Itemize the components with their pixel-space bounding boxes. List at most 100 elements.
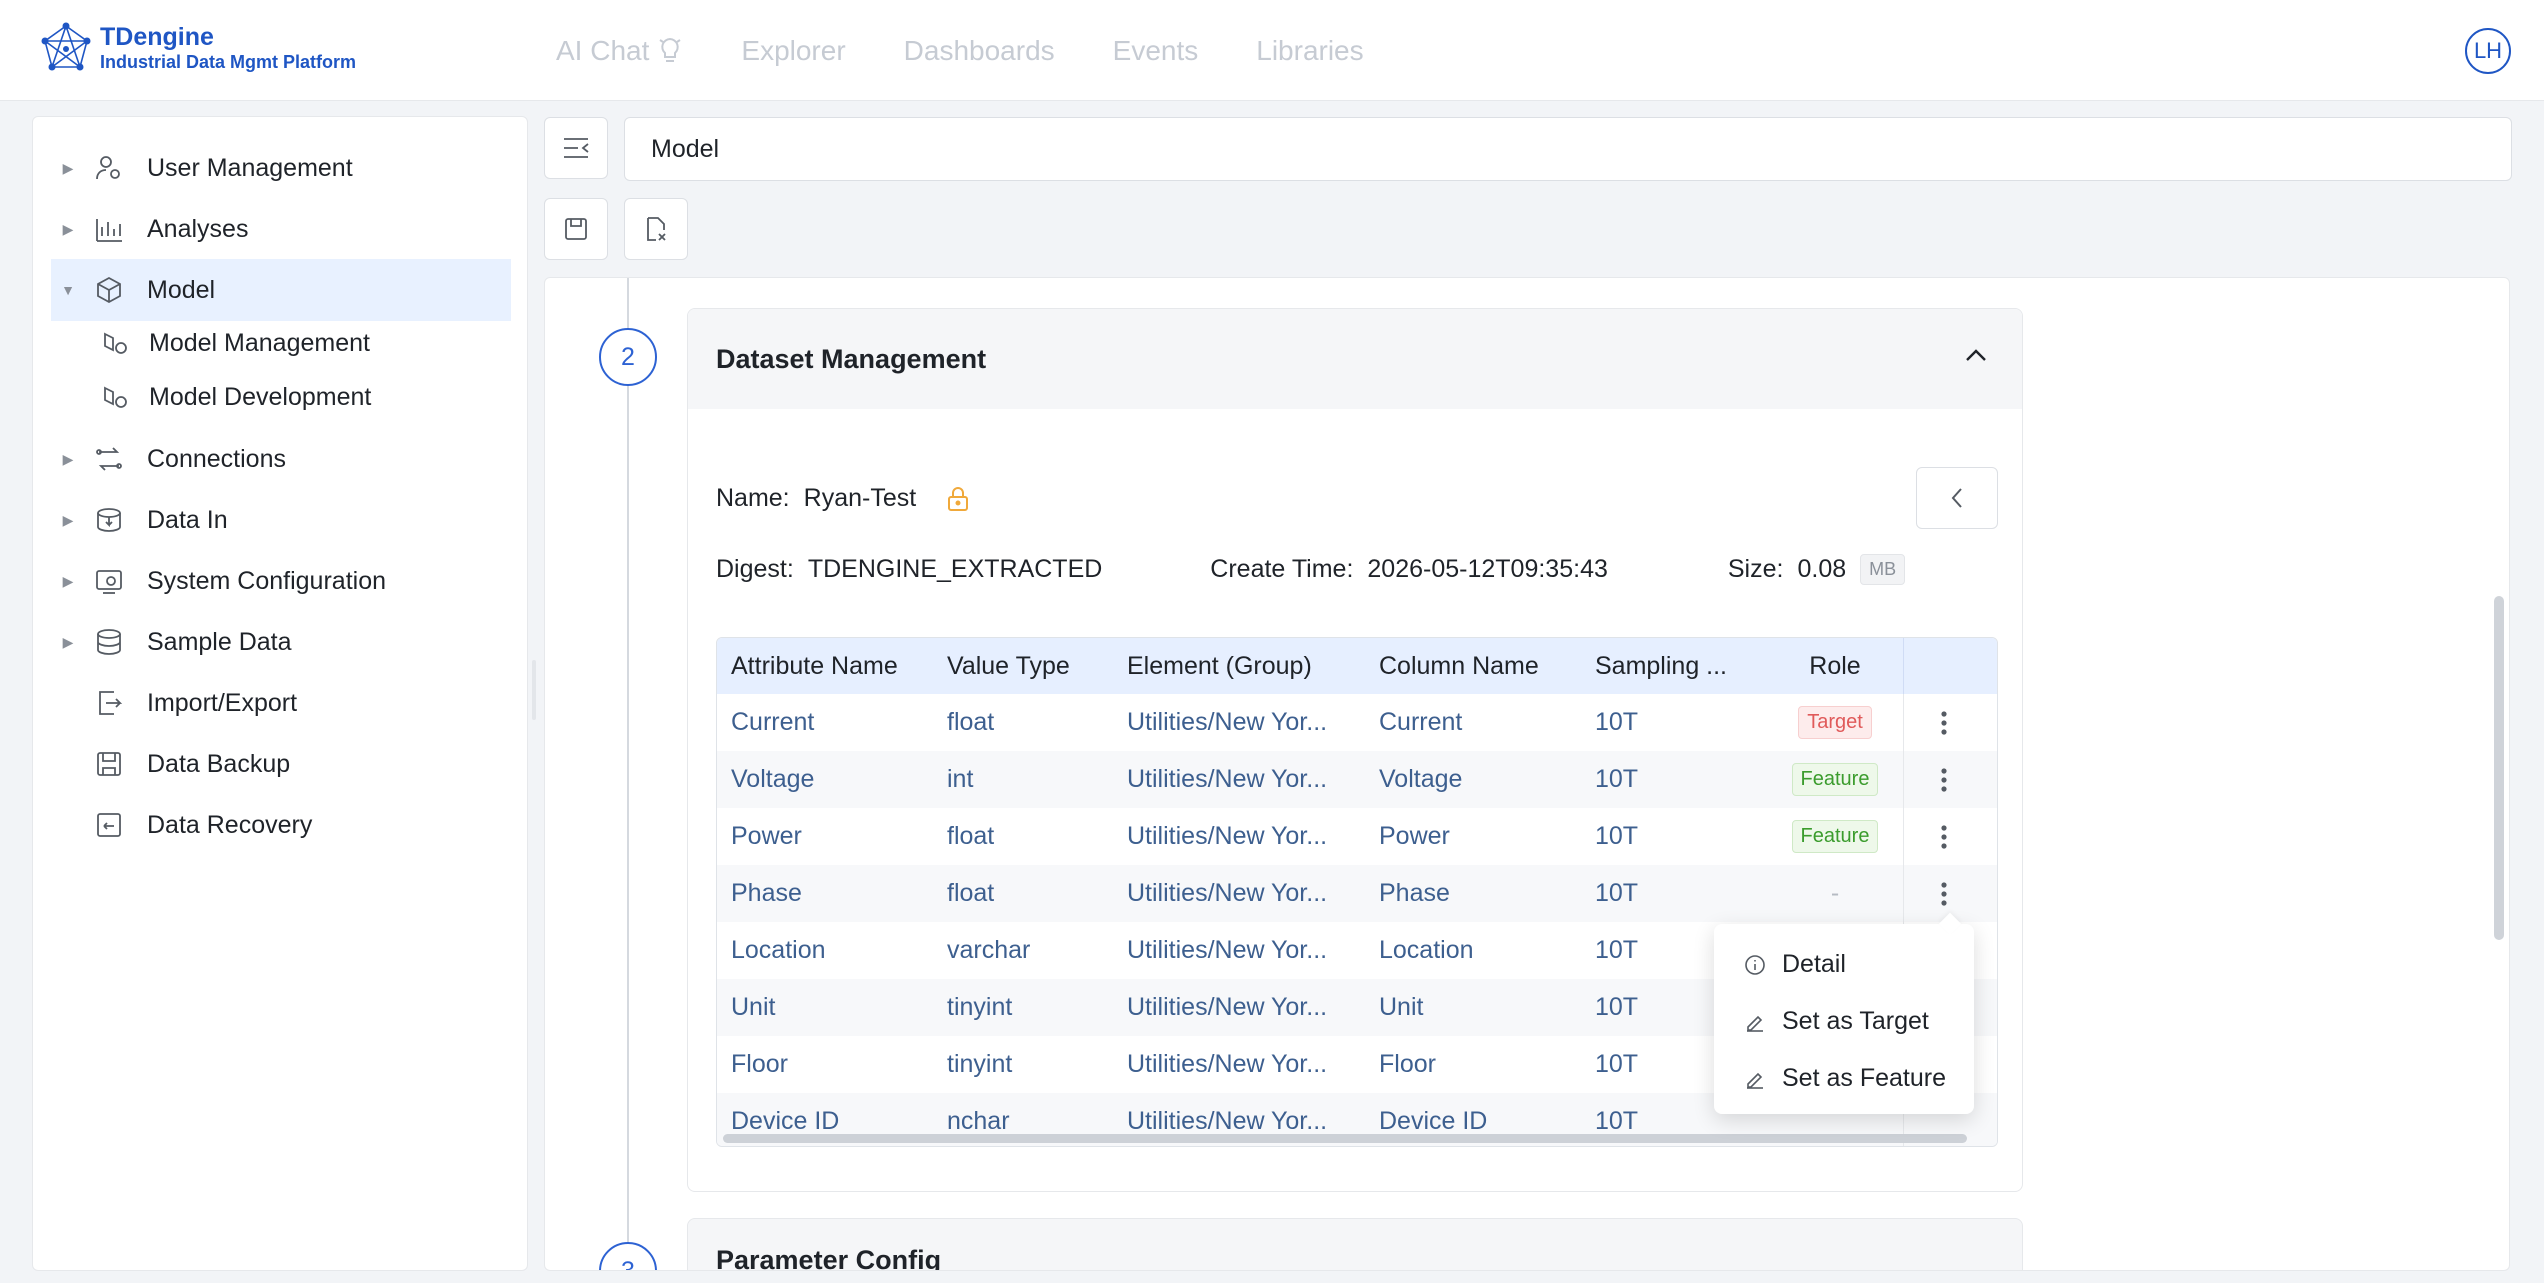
save-button[interactable] [544, 198, 608, 260]
content-vertical-scrollbar[interactable] [2494, 596, 2504, 940]
sidebar-item-label: User Management [147, 153, 353, 182]
panel-title: Dataset Management [716, 343, 987, 374]
column-header-element[interactable]: Element (Group) [1113, 652, 1365, 681]
sidebar-item-label: Sample Data [147, 627, 292, 656]
size-unit-badge: MB [1860, 554, 1906, 585]
model-gear-icon [91, 381, 139, 413]
nav-ai-chat-label: AI Chat [556, 34, 650, 66]
cell-element: Utilities/New Yor... [1127, 936, 1328, 964]
cell-element: Utilities/New Yor... [1127, 1050, 1328, 1078]
more-vertical-icon [1940, 824, 1947, 849]
menu-item-label: Set as Target [1782, 1007, 1929, 1035]
size-label: Size: [1727, 555, 1784, 583]
parameter-config-panel-header[interactable]: Parameter Config [687, 1218, 2023, 1270]
sidebar-item-model[interactable]: ▼ Model [51, 259, 511, 321]
top-bar: TDengine Industrial Data Mgmt Platform A… [0, 0, 2544, 101]
nav-ai-chat[interactable]: AI Chat [556, 35, 683, 67]
toggle-sidebar-button[interactable] [544, 117, 608, 179]
menu-item-set-as-target[interactable]: Set as Target [1714, 993, 1974, 1050]
cell-attribute-name: Floor [731, 1050, 788, 1078]
sidebar-item-label: Data Backup [147, 749, 291, 778]
breadcrumb-title: Model [651, 134, 720, 163]
cell-value-type: tinyint [947, 1050, 1013, 1078]
name-label: Name: [716, 484, 790, 512]
logo[interactable]: TDengine Industrial Data Mgmt Platform [40, 22, 356, 74]
digest-label: Digest: [716, 555, 794, 583]
back-button[interactable] [1916, 467, 1998, 529]
cell-value-type: float [947, 822, 995, 850]
column-header-column-name[interactable]: Column Name [1365, 652, 1581, 681]
cell-attribute-name: Phase [731, 879, 802, 907]
cell-attribute-name: Unit [731, 993, 776, 1021]
nav-libraries[interactable]: Libraries [1256, 35, 1363, 67]
row-menu-button-active[interactable] [1903, 865, 1983, 922]
sidebar-item-system-configuration[interactable]: ▶ System Configuration [51, 550, 511, 612]
menu-item-set-as-feature[interactable]: Set as Feature [1714, 1050, 1974, 1107]
more-vertical-icon [1940, 767, 1947, 792]
cell-sampling: 10T [1595, 879, 1639, 907]
role-tag-feature: Feature [1791, 763, 1879, 796]
panel-header[interactable]: Dataset Management [688, 309, 2022, 409]
column-header-value-type[interactable]: Value Type [933, 652, 1113, 681]
sidebar-item-sample-data[interactable]: ▶ Sample Data [51, 611, 511, 673]
sidebar-item-user-management[interactable]: ▶ User Management [51, 137, 511, 199]
column-header-attribute-name[interactable]: Attribute Name [717, 652, 933, 681]
column-header-sampling[interactable]: Sampling ... [1581, 652, 1767, 681]
caret-right-icon: ▶ [62, 220, 74, 237]
cell-value-type: float [947, 879, 995, 907]
logo-title: TDengine [100, 23, 214, 52]
menu-item-detail[interactable]: Detail [1714, 936, 1974, 993]
cell-sampling: 10T [1595, 708, 1639, 736]
more-vertical-icon [1940, 881, 1947, 906]
cell-column-name: Location [1379, 936, 1474, 964]
discard-button[interactable] [624, 198, 688, 260]
sidebar-item-data-in[interactable]: ▶ Data In [51, 489, 511, 551]
row-menu-button[interactable] [1903, 808, 1983, 865]
caret-right-icon: ▶ [62, 511, 74, 528]
sidebar-item-model-development[interactable]: Model Development [51, 370, 511, 424]
database-icon [85, 626, 133, 658]
sidebar-item-connections[interactable]: ▶ Connections [51, 428, 511, 490]
tdengine-logo-icon [41, 22, 91, 71]
caret-right-icon: ▶ [62, 159, 74, 176]
row-menu-button[interactable] [1903, 694, 1983, 751]
column-header-role[interactable]: Role [1767, 652, 1903, 681]
cell-element: Utilities/New Yor... [1127, 879, 1328, 907]
cell-element: Utilities/New Yor... [1127, 708, 1328, 736]
lightbulb-icon [659, 37, 681, 62]
model-wizard-content: 2 Dataset Management Name: Ryan-Test Dig… [544, 277, 2510, 1271]
sidebar-item-model-management[interactable]: Model Management [51, 316, 511, 370]
row-menu-button[interactable] [1903, 751, 1983, 808]
table-horizontal-scrollbar[interactable] [723, 1134, 1967, 1143]
table-row: Power float Utilities/New Yor... Power 1… [717, 808, 1997, 865]
nav-dashboards[interactable]: Dashboards [904, 35, 1055, 67]
sidebar-resize-handle[interactable] [532, 660, 536, 720]
user-avatar[interactable]: LH [2465, 28, 2511, 74]
chart-icon [85, 213, 133, 245]
save-icon [565, 218, 587, 240]
role-tag-target: Target [1798, 706, 1872, 739]
cell-sampling: 10T [1595, 765, 1639, 793]
name-value: Ryan-Test [803, 484, 917, 512]
sidebar-item-data-recovery[interactable]: Data Recovery [51, 794, 511, 856]
cell-attribute-name: Location [731, 936, 826, 964]
user-settings-icon [85, 152, 133, 184]
sidebar-item-label: Import/Export [147, 688, 298, 717]
cell-element: Utilities/New Yor... [1127, 1107, 1328, 1135]
chevron-up-icon[interactable] [1964, 347, 1988, 363]
edit-icon [1747, 1015, 1763, 1032]
import-export-icon [85, 687, 133, 719]
column-header-actions [1903, 638, 1983, 694]
dataset-name-row: Name: Ryan-Test [716, 484, 970, 513]
nav-events[interactable]: Events [1113, 35, 1199, 67]
sidebar-item-data-backup[interactable]: Data Backup [51, 733, 511, 795]
sidebar-item-analyses[interactable]: ▶ Analyses [51, 198, 511, 260]
sidebar-item-import-export[interactable]: Import/Export [51, 672, 511, 734]
cell-value-type: varchar [947, 936, 1031, 964]
size-value: 0.08 [1797, 555, 1847, 583]
cell-value-type: float [947, 708, 995, 736]
nav-explorer[interactable]: Explorer [741, 35, 845, 67]
caret-right-icon: ▶ [62, 633, 74, 650]
backup-icon [85, 748, 133, 780]
chevron-left-icon [1951, 488, 1962, 508]
